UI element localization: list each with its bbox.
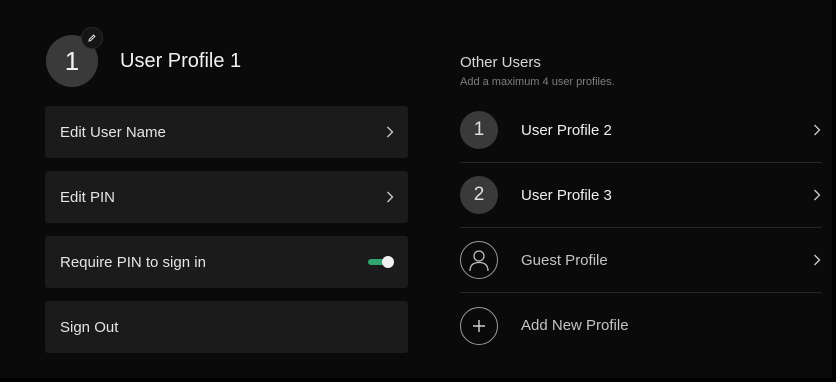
chevron-right-icon: [386, 191, 394, 203]
add-new-profile-row[interactable]: Add New Profile: [460, 293, 822, 358]
pencil-icon[interactable]: [81, 27, 103, 49]
other-users-subtitle: Add a maximum 4 user profiles.: [460, 76, 615, 88]
edit-pin-label: Edit PIN: [60, 188, 116, 206]
toggle-knob: [382, 256, 394, 268]
person-icon: [460, 241, 498, 279]
require-pin-row[interactable]: Require PIN to sign in: [45, 236, 408, 288]
other-users-title: Other Users: [460, 54, 541, 71]
add-new-profile-label: Add New Profile: [521, 317, 629, 334]
current-profile-name: User Profile 1: [120, 49, 242, 72]
user-name: User Profile 2: [521, 121, 612, 139]
sign-out-button[interactable]: Sign Out: [45, 301, 408, 353]
guest-profile-label: Guest Profile: [521, 251, 608, 269]
chevron-right-icon: [386, 126, 394, 138]
sign-out-label: Sign Out: [60, 318, 119, 336]
guest-profile-row[interactable]: Guest Profile: [460, 228, 822, 293]
require-pin-label: Require PIN to sign in: [60, 253, 206, 271]
profile-settings-screen: 1 User Profile 1 Edit User Name Edit PIN…: [0, 0, 836, 382]
chevron-right-icon: [813, 124, 821, 136]
user-avatar: 1: [460, 111, 498, 149]
user-profile-row[interactable]: 1 User Profile 2: [460, 98, 822, 163]
user-profile-row[interactable]: 2 User Profile 3: [460, 163, 822, 228]
chevron-right-icon: [813, 254, 821, 266]
user-list: 1 User Profile 2 2 User Profile 3 Guest …: [460, 98, 822, 358]
chevron-right-icon: [813, 189, 821, 201]
require-pin-toggle[interactable]: [368, 256, 394, 268]
other-users-section: Other Users Add a maximum 4 user profile…: [460, 54, 822, 358]
user-avatar: 2: [460, 176, 498, 214]
user-name: User Profile 3: [521, 186, 612, 204]
edit-user-name-button[interactable]: Edit User Name: [45, 106, 408, 158]
current-profile-avatar[interactable]: 1: [46, 27, 103, 87]
edit-user-name-label: Edit User Name: [60, 123, 166, 141]
current-profile-header: 1 User Profile 1: [46, 27, 242, 87]
plus-icon: [460, 306, 498, 345]
current-profile-initial: 1: [64, 45, 80, 76]
profile-menu: Edit User Name Edit PIN Require PIN to s…: [45, 106, 408, 353]
edit-pin-button[interactable]: Edit PIN: [45, 171, 408, 223]
